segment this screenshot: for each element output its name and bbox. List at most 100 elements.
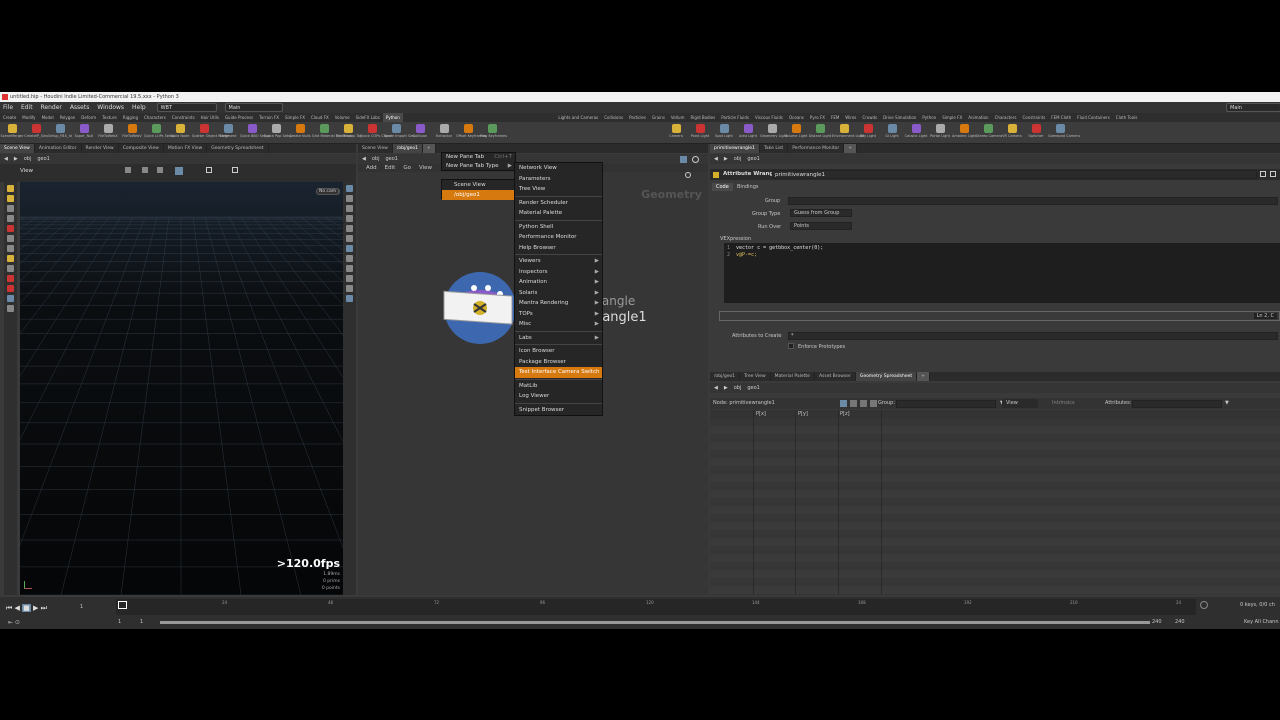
- menu-item[interactable]: Misc ▶: [515, 319, 602, 330]
- forward-arrow-icon[interactable]: ▶: [14, 154, 18, 164]
- frame-ruler[interactable]: 24 48 72 96 120 144 168 192 216 24: [116, 599, 1196, 615]
- end-frame[interactable]: 240: [1152, 619, 1162, 625]
- menu-item[interactable]: MatLib: [515, 381, 602, 392]
- menu-item[interactable]: TOPs ▶: [515, 309, 602, 320]
- group-type-select[interactable]: Guess from Group: [790, 209, 852, 217]
- forward-arrow-icon[interactable]: ▶: [724, 154, 728, 164]
- shelf-tool[interactable]: Scatter Object Merge: [192, 122, 229, 143]
- shelf-tool[interactable]: Quick Loop Top: [336, 122, 362, 143]
- shelf-tab[interactable]: Constraints: [1019, 113, 1048, 122]
- shelf-tool[interactable]: Point Light: [688, 122, 712, 143]
- group-field[interactable]: [788, 197, 1278, 205]
- back-arrow-icon[interactable]: ◀: [362, 154, 366, 164]
- select-icon[interactable]: [142, 167, 148, 173]
- menu-item[interactable]: Performance Monitor: [515, 232, 602, 243]
- menu-item[interactable]: Log Viewer: [515, 391, 602, 402]
- shelf-tool[interactable]: CreateIP_Geo: [24, 122, 48, 143]
- tab-obj-geo1[interactable]: /obj/geo1: [710, 372, 741, 381]
- shelf-tool[interactable]: Super_Null: [72, 122, 96, 143]
- shelf-tab[interactable]: Crowds: [859, 113, 880, 122]
- menu-windows[interactable]: Windows: [94, 102, 127, 113]
- menu-help[interactable]: Help: [129, 102, 149, 113]
- transform-tool-icon[interactable]: [7, 195, 14, 202]
- menu-item[interactable]: Icon Browser: [515, 346, 602, 357]
- tab-render-view[interactable]: Render View: [82, 144, 119, 153]
- jump-start-icon[interactable]: ⏮: [6, 604, 12, 612]
- shelf-tab[interactable]: Deform: [78, 113, 99, 122]
- move-icon[interactable]: [157, 167, 163, 173]
- pose-tool-icon[interactable]: [7, 215, 14, 222]
- enforce-prototypes-checkbox[interactable]: [788, 343, 794, 349]
- view-label[interactable]: View: [20, 168, 33, 174]
- path-obj[interactable]: obj: [24, 154, 32, 164]
- shelf-tab[interactable]: SideFX Labs: [353, 113, 383, 122]
- tool-icon[interactable]: [346, 215, 353, 222]
- back-arrow-icon[interactable]: ◀: [714, 383, 718, 393]
- tool-icon[interactable]: [346, 195, 353, 202]
- tool-icon[interactable]: [346, 245, 353, 252]
- menu-new-pane-tab-type[interactable]: New Pane Tab Type ▶: [442, 162, 515, 171]
- tab-geometry-spreadsheet[interactable]: Geometry Spreadsheet: [207, 144, 269, 153]
- gear-icon[interactable]: [1260, 171, 1266, 177]
- shelf-tool[interactable]: Stereo Camera: [976, 122, 1002, 143]
- shelf-tool[interactable]: Extractor: [432, 122, 456, 143]
- shelf-tab[interactable]: FEM: [828, 113, 842, 122]
- shelf-tool[interactable]: Collision: [408, 122, 432, 143]
- shelf-tool[interactable]: Quick LOPs Setup: [144, 122, 175, 143]
- sheet-view-select[interactable]: View: [1002, 399, 1038, 408]
- tool-icon[interactable]: [346, 235, 353, 242]
- menu-item[interactable]: Snippet Browser: [515, 405, 602, 416]
- shelf-tool[interactable]: Setup_FBX_Id: [48, 122, 72, 143]
- path-geo1[interactable]: geo1: [747, 154, 760, 164]
- shelf-tab[interactable]: Rigging: [120, 113, 141, 122]
- stop-icon[interactable]: ■: [22, 604, 31, 612]
- shelf-tab[interactable]: Model: [39, 113, 57, 122]
- shelf-tool[interactable]: FileToWebX: [96, 122, 120, 143]
- run-over-select[interactable]: Points: [790, 222, 852, 230]
- shelf-tab[interactable]: Grains: [649, 113, 668, 122]
- shelf-tab[interactable]: Constraints: [169, 113, 198, 122]
- add-tab-icon[interactable]: +: [844, 144, 858, 153]
- column-header-px[interactable]: P[x]: [756, 410, 766, 419]
- camera-lock-icon[interactable]: [232, 167, 238, 173]
- snap-icon[interactable]: [175, 167, 183, 175]
- current-frame[interactable]: 1: [80, 604, 83, 610]
- menu-item[interactable]: Render Scheduler: [515, 198, 602, 209]
- help-icon[interactable]: [1270, 171, 1276, 177]
- vex-code-editor[interactable]: 1 vector c = getbbox_center(0); 2 v@P-=c…: [724, 243, 1280, 303]
- menu-edit[interactable]: Edit: [18, 102, 36, 113]
- network-menu-add[interactable]: Add: [366, 165, 377, 171]
- shelf-tab-python[interactable]: Python: [382, 113, 403, 122]
- back-arrow-icon[interactable]: ◀: [4, 154, 8, 164]
- tool-icon[interactable]: [346, 285, 353, 292]
- search-icon[interactable]: [685, 172, 691, 178]
- menu-obj-geo1[interactable]: /obj/geo1: [442, 190, 514, 200]
- tab-scene-view[interactable]: Scene View: [358, 144, 393, 153]
- vertex-mode-icon[interactable]: [860, 400, 867, 407]
- range-controls-icon[interactable]: ⇤ ⊙: [8, 619, 20, 626]
- scene-viewport[interactable]: Persp No cam >120.0fps 1.89ms 0 prims 0 …: [20, 182, 343, 595]
- tool-icon[interactable]: [346, 205, 353, 212]
- start-frame[interactable]: 1: [118, 619, 121, 625]
- tab-bindings[interactable]: Bindings: [734, 183, 762, 191]
- menu-item[interactable]: Tree View: [515, 184, 602, 195]
- path-geo1[interactable]: geo1: [385, 154, 398, 164]
- shelf-tab[interactable]: Wires: [842, 113, 859, 122]
- shelf-tool[interactable]: Switcher: [1024, 122, 1048, 143]
- shelf-tab[interactable]: Cloud FX: [308, 113, 332, 122]
- tool-icon[interactable]: [7, 275, 14, 282]
- tool-icon[interactable]: [7, 235, 14, 242]
- shelf-tool[interactable]: SceneMerger: [0, 122, 24, 143]
- filter-icon[interactable]: ▼: [1225, 398, 1229, 409]
- attributes-filter-field[interactable]: [1132, 400, 1222, 408]
- shelf-tab[interactable]: Simple FX: [939, 113, 965, 122]
- tab-motion-fx-view[interactable]: Motion FX View: [164, 144, 208, 153]
- shelf-tool[interactable]: Grid Material Per Mesh: [312, 122, 352, 143]
- shelf-tool[interactable]: Sky Light: [856, 122, 880, 143]
- hand-icon[interactable]: [125, 167, 131, 173]
- shelf-tool[interactable]: Quick Pop Setup: [264, 122, 293, 143]
- camera-button[interactable]: No cam: [316, 188, 340, 195]
- path-geo1[interactable]: geo1: [37, 154, 50, 164]
- menu-item[interactable]: Solaris ▶: [515, 288, 602, 299]
- network-menu-view[interactable]: View: [419, 165, 432, 171]
